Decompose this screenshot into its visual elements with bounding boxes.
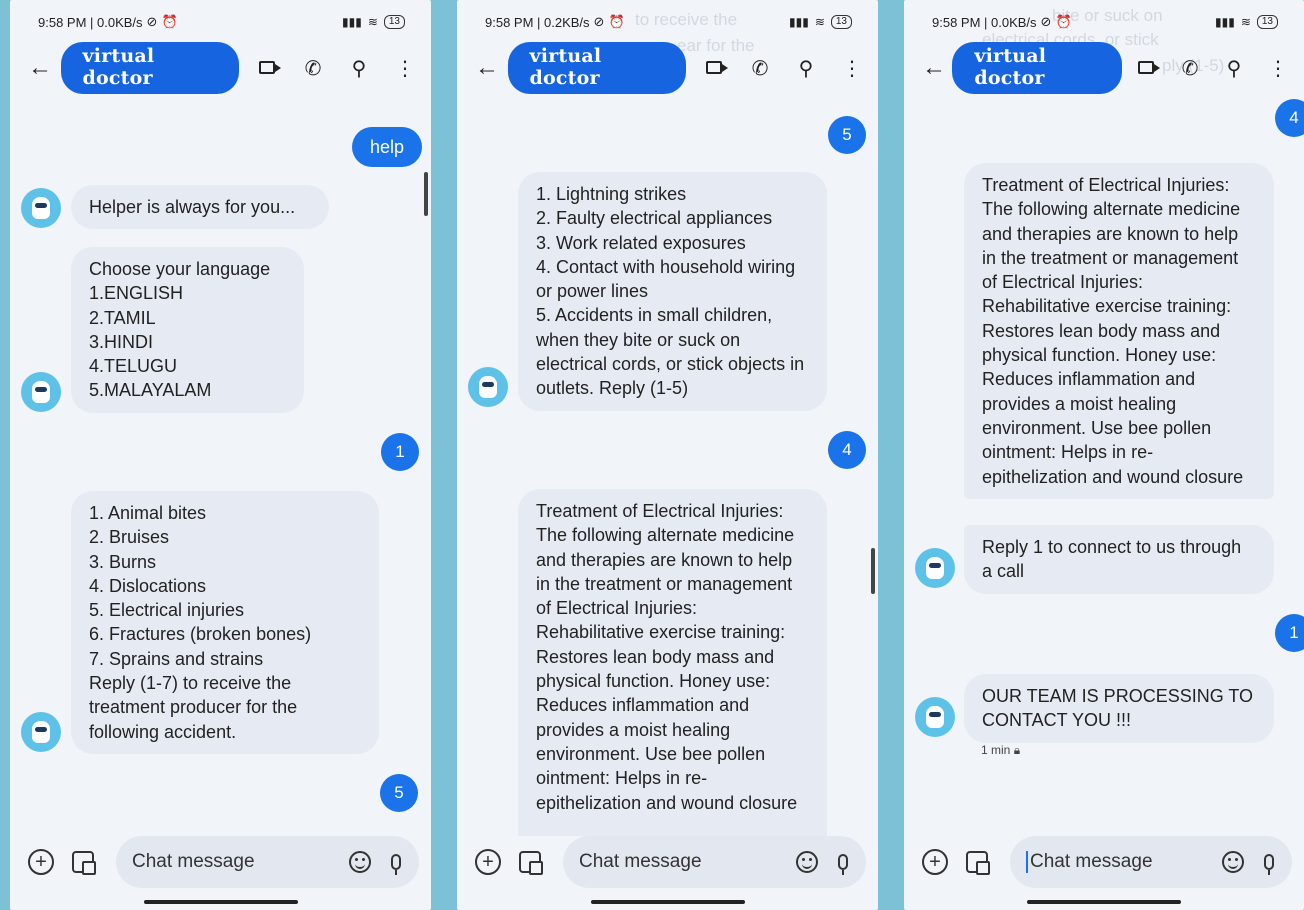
message-list[interactable]: 4 Treatment of Electrical Injuries: The … bbox=[904, 92, 1304, 836]
incoming-message-treatment: Treatment of Electrical Injuries: The fo… bbox=[518, 489, 827, 836]
compose-bar: + Chat message bbox=[457, 836, 878, 888]
chat-message-placeholder: Chat message bbox=[579, 851, 702, 872]
alarm-icon: ⏰ bbox=[608, 14, 625, 29]
contact-name[interactable]: virtual doctor bbox=[952, 42, 1122, 94]
message-time: 1 min bbox=[981, 743, 1011, 757]
bot-avatar-icon bbox=[915, 548, 955, 588]
status-bar: 9:58 PM | 0.0KB/s ⊘ ⏰ ▮▮▮ ≋ 13 bbox=[10, 0, 431, 44]
video-call-icon[interactable] bbox=[1136, 57, 1160, 80]
mic-icon[interactable] bbox=[391, 854, 401, 875]
more-options-icon[interactable]: ⋮ bbox=[1268, 56, 1288, 81]
back-arrow-icon[interactable]: ← bbox=[28, 54, 61, 82]
scrollbar[interactable] bbox=[871, 548, 875, 594]
chat-message-placeholder: Chat message bbox=[1026, 851, 1222, 873]
outgoing-message-help: help bbox=[351, 127, 422, 168]
bot-avatar-icon bbox=[21, 372, 61, 412]
search-icon[interactable]: ⚲ bbox=[1224, 56, 1244, 81]
outgoing-message-4: 4 bbox=[1275, 99, 1304, 137]
outgoing-message-4: 4 bbox=[828, 431, 866, 469]
conversation-header: ← virtual doctor ✆ ⚲ ⋮ bbox=[904, 42, 1304, 94]
chat-message-placeholder: Chat message bbox=[132, 851, 255, 872]
contact-name[interactable]: virtual doctor bbox=[60, 42, 239, 94]
contact-name[interactable]: virtual doctor bbox=[507, 42, 686, 94]
chat-message-input[interactable]: Chat message bbox=[116, 836, 419, 888]
status-bar: 9:58 PM | 0.2KB/s ⊘ ⏰ ▮▮▮ ≋ 13 bbox=[457, 0, 878, 44]
incoming-message-language: Choose your language 1.ENGLISH 2.TAMIL 3… bbox=[71, 247, 304, 413]
incoming-message-treatment: Treatment of Electrical Injuries: The fo… bbox=[964, 163, 1274, 499]
signal-icon: ▮▮▮ bbox=[789, 15, 809, 29]
status-time: 9:58 PM | 0.0KB/s bbox=[932, 14, 1037, 30]
phone-call-icon[interactable]: ✆ bbox=[750, 56, 770, 81]
incoming-message-causes: 1. Lightning strikes 2. Faulty electrica… bbox=[518, 172, 827, 411]
incoming-message-team: OUR TEAM IS PROCESSING TO CONTACT YOU !!… bbox=[964, 674, 1274, 743]
bot-avatar-icon bbox=[21, 188, 61, 228]
bot-avatar-icon bbox=[468, 367, 508, 407]
incoming-message-helper: Helper is always for you... bbox=[71, 185, 329, 230]
chat-message-input[interactable]: Chat message bbox=[563, 836, 866, 888]
more-options-icon[interactable]: ⋮ bbox=[395, 56, 415, 81]
gallery-icon[interactable] bbox=[519, 851, 543, 875]
back-arrow-icon[interactable]: ← bbox=[922, 54, 952, 82]
add-icon[interactable]: + bbox=[28, 849, 54, 875]
home-indicator[interactable] bbox=[143, 900, 298, 904]
phone-screen-2: to receive the ear for the 9:58 PM | 0.2… bbox=[457, 0, 878, 910]
gallery-icon[interactable] bbox=[966, 851, 990, 875]
video-call-icon[interactable] bbox=[704, 57, 728, 80]
search-icon[interactable]: ⚲ bbox=[796, 56, 816, 81]
chat-message-input[interactable]: Chat message bbox=[1010, 836, 1292, 888]
emoji-icon[interactable] bbox=[349, 851, 371, 873]
video-call-icon[interactable] bbox=[257, 57, 281, 80]
home-indicator[interactable] bbox=[590, 900, 745, 904]
outgoing-message-1: 1 bbox=[1275, 614, 1304, 652]
gallery-icon[interactable] bbox=[72, 851, 96, 875]
outgoing-message-5: 5 bbox=[828, 116, 866, 154]
mute-icon: ⊘ bbox=[593, 14, 605, 29]
incoming-message-accidents: 1. Animal bites 2. Bruises 3. Burns 4. D… bbox=[71, 491, 379, 754]
emoji-icon[interactable] bbox=[1222, 851, 1244, 873]
scrollbar[interactable] bbox=[424, 172, 428, 216]
add-icon[interactable]: + bbox=[475, 849, 501, 875]
bot-avatar-icon bbox=[21, 712, 61, 752]
lock-icon: 🔒︎ bbox=[1013, 743, 1021, 757]
status-time: 9:58 PM | 0.2KB/s bbox=[485, 14, 590, 30]
battery-icon: 13 bbox=[830, 15, 852, 29]
compose-bar: + Chat message bbox=[904, 836, 1304, 888]
conversation-header: ← virtual doctor ✆ ⚲ ⋮ bbox=[10, 42, 431, 94]
more-options-icon[interactable]: ⋮ bbox=[842, 56, 862, 81]
battery-icon: 13 bbox=[1256, 15, 1278, 29]
emoji-icon[interactable] bbox=[796, 851, 818, 873]
signal-icon: ▮▮▮ bbox=[1215, 15, 1235, 29]
mute-icon: ⊘ bbox=[1040, 14, 1052, 29]
wifi-icon: ≋ bbox=[367, 15, 378, 29]
conversation-header: ← virtual doctor ✆ ⚲ ⋮ bbox=[457, 42, 878, 94]
bot-avatar-icon bbox=[915, 697, 955, 737]
incoming-message-reply1: Reply 1 to connect to us through a call bbox=[964, 525, 1274, 594]
outgoing-message-5: 5 bbox=[380, 774, 418, 812]
outgoing-message-1: 1 bbox=[381, 433, 419, 471]
mic-icon[interactable] bbox=[1264, 854, 1274, 875]
message-list[interactable]: 5 1. Lightning strikes 2. Faulty electri… bbox=[457, 92, 878, 836]
signal-icon: ▮▮▮ bbox=[342, 15, 362, 29]
wifi-icon: ≋ bbox=[814, 15, 825, 29]
mic-icon[interactable] bbox=[838, 854, 848, 875]
home-indicator[interactable] bbox=[1027, 900, 1181, 904]
message-list[interactable]: help Helper is always for you... Choose … bbox=[10, 92, 431, 836]
alarm-icon: ⏰ bbox=[1055, 14, 1072, 29]
status-bar: 9:58 PM | 0.0KB/s ⊘ ⏰ ▮▮▮ ≋ 13 bbox=[904, 0, 1304, 44]
mute-icon: ⊘ bbox=[146, 14, 158, 29]
search-icon[interactable]: ⚲ bbox=[349, 56, 369, 81]
wifi-icon: ≋ bbox=[1240, 15, 1251, 29]
add-icon[interactable]: + bbox=[922, 849, 948, 875]
battery-icon: 13 bbox=[383, 15, 405, 29]
status-time: 9:58 PM | 0.0KB/s bbox=[38, 14, 143, 30]
phone-screen-1: 9:58 PM | 0.0KB/s ⊘ ⏰ ▮▮▮ ≋ 13 ← virtual… bbox=[10, 0, 431, 910]
phone-call-icon[interactable]: ✆ bbox=[303, 56, 323, 81]
compose-bar: + Chat message bbox=[10, 836, 431, 888]
phone-call-icon[interactable]: ✆ bbox=[1180, 56, 1200, 81]
back-arrow-icon[interactable]: ← bbox=[475, 54, 508, 82]
message-timestamp: 1 min 🔒︎ bbox=[981, 743, 1020, 758]
phone-screen-3: bite or suck on electrical cords, or sti… bbox=[904, 0, 1304, 910]
alarm-icon: ⏰ bbox=[161, 14, 178, 29]
